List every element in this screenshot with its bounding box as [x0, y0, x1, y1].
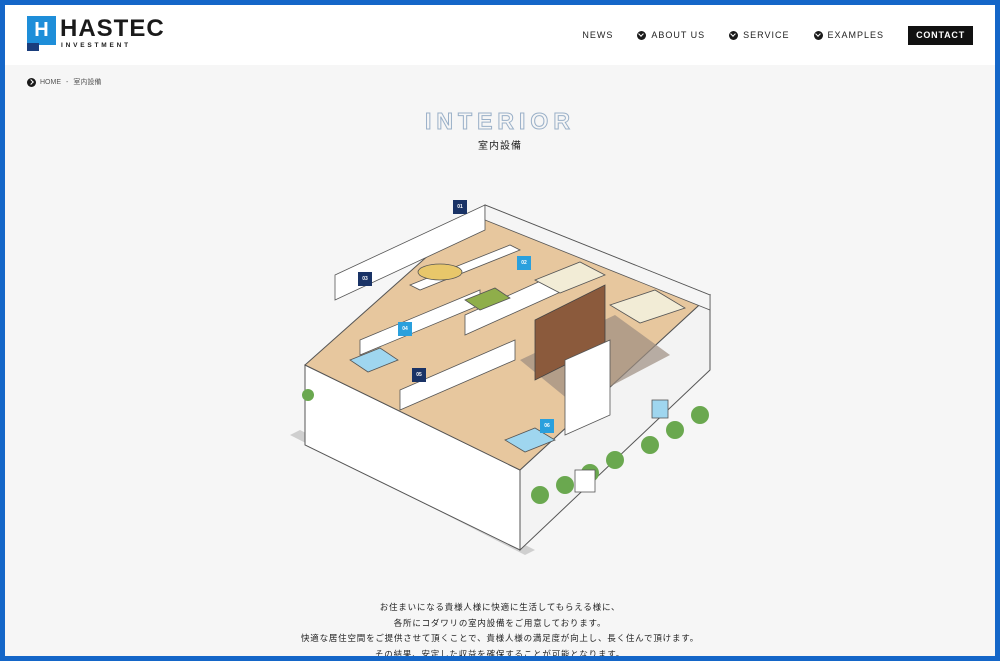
page-title-en: INTERIOR [425, 108, 575, 135]
nav-news[interactable]: NEWS [582, 25, 613, 45]
main-nav: NEWS ABOUT US SERVICE EXAMPLES CONTACT [558, 25, 973, 45]
breadcrumb-current: 室内設備 [73, 79, 102, 86]
marker-03[interactable]: 03 [358, 272, 372, 286]
logo-mark-icon: H [27, 16, 56, 51]
chevron-circle-icon [813, 30, 823, 40]
logo-subtitle: INVESTMENT [61, 42, 131, 49]
logo-name: HASTEC [60, 15, 165, 42]
site-header: H HASTEC INVESTMENT NEWS ABOUT US SERVIC… [5, 5, 995, 65]
marker-04[interactable]: 04 [398, 322, 412, 336]
marker-02[interactable]: 02 [517, 256, 531, 270]
nav-service[interactable]: SERVICE [729, 25, 789, 45]
home-arrow-icon [27, 77, 36, 87]
floorplan-svg [290, 204, 711, 555]
marker-05[interactable]: 05 [412, 368, 426, 382]
interior-floorplan-illustration: 01 02 03 04 05 06 [280, 190, 730, 575]
nav-examples[interactable]: EXAMPLES [813, 25, 885, 45]
contact-button[interactable]: CONTACT [908, 25, 973, 45]
breadcrumb-separator: - [66, 78, 69, 86]
page-frame: H HASTEC INVESTMENT NEWS ABOUT US SERVIC… [5, 5, 995, 656]
nav-about-us[interactable]: ABOUT US [637, 25, 705, 45]
breadcrumb: HOME - 室内設備 [27, 77, 101, 87]
marker-01[interactable]: 01 [453, 200, 467, 214]
interior-description: お住まいになる貴様人様に快適に生活してもらえる様に、 各所にコダワリの室内設備を… [300, 602, 700, 656]
marker-06[interactable]: 06 [540, 419, 554, 433]
breadcrumb-home[interactable]: HOME [40, 79, 61, 86]
site-logo[interactable]: H HASTEC INVESTMENT [27, 16, 164, 52]
page-title-ja: 室内設備 [478, 141, 522, 152]
chevron-circle-icon [637, 30, 647, 40]
page-title: INTERIOR 室内設備 [5, 108, 995, 153]
chevron-circle-icon [729, 30, 739, 40]
